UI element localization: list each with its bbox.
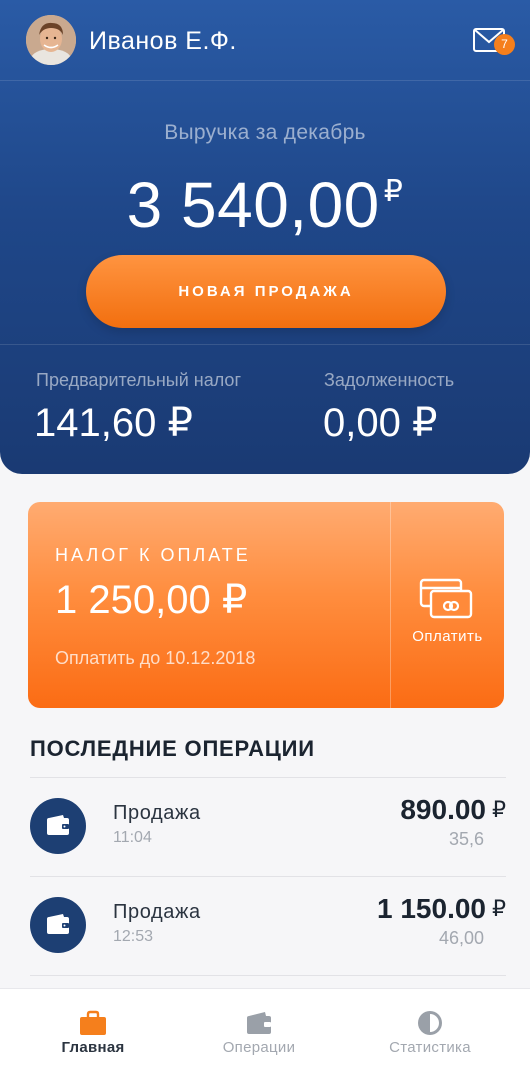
- pie-chart-icon: [416, 1009, 444, 1037]
- briefcase-icon: [79, 1009, 107, 1037]
- tax-card: НАЛОГ К ОПЛАТЕ 1 250,00 ₽ Оплатить до 10…: [28, 502, 504, 708]
- operation-tax: 35,6: [448, 829, 484, 849]
- operation-row[interactable]: Продажа 12:53 1 150.00 ₽ 46,00: [0, 877, 530, 975]
- tab-home[interactable]: Главная: [5, 989, 181, 1082]
- tab-label: Статистика: [389, 1039, 471, 1056]
- tab-operations[interactable]: Операции: [171, 989, 347, 1082]
- tax-amount: 1 250,00 ₽: [55, 578, 248, 622]
- debt-value: 0,00 ₽: [323, 401, 438, 445]
- operation-title: Продажа: [113, 802, 201, 824]
- mail-badge: 7: [494, 34, 515, 55]
- header-panel: Иванов Е.Ф. 7 Выручка за декабрь 3 540,0…: [0, 0, 530, 474]
- section-title: ПОСЛЕДНИЕ ОПЕРАЦИИ: [30, 736, 315, 761]
- tab-bar: Главная Операции Статистика: [0, 988, 530, 1082]
- tax-title: НАЛОГ К ОПЛАТЕ: [55, 545, 251, 565]
- user-name: Иванов Е.Ф.: [89, 27, 237, 55]
- tax-due-date: Оплатить до 10.12.2018: [55, 648, 256, 668]
- operation-amount: 1 150.00: [377, 893, 486, 924]
- revenue-amount: 3 540,00 ₽: [0, 168, 530, 242]
- revenue-currency: ₽: [383, 175, 404, 208]
- top-bar: Иванов Е.Ф. 7: [0, 0, 530, 81]
- divider: [30, 975, 506, 976]
- prelim-tax-label: Предварительный налог: [36, 370, 242, 390]
- tab-label: Операции: [222, 1039, 296, 1056]
- operation-currency: ₽: [492, 896, 506, 921]
- tab-statistics[interactable]: Статистика: [342, 989, 518, 1082]
- operation-tax: 46,00: [438, 928, 484, 948]
- operation-currency: ₽: [492, 797, 506, 822]
- operation-amount: 890.00: [400, 794, 486, 825]
- debt-label: Задолженность: [324, 370, 455, 390]
- credit-card-icon: [419, 578, 475, 622]
- new-sale-button[interactable]: НОВАЯ ПРОДАЖА: [86, 255, 446, 328]
- prelim-tax-value: 141,60 ₽: [34, 401, 193, 445]
- operation-time: 11:04: [113, 829, 152, 846]
- pay-label: Оплатить: [412, 628, 483, 645]
- avatar[interactable]: [26, 15, 76, 65]
- wallet-icon: [30, 798, 86, 854]
- operation-time: 12:53: [113, 928, 154, 945]
- wallet-icon: [245, 1009, 273, 1037]
- operation-title: Продажа: [113, 901, 201, 923]
- revenue-label: Выручка за декабрь: [164, 121, 366, 144]
- divider: [0, 344, 530, 345]
- pay-button[interactable]: Оплатить: [391, 502, 504, 708]
- tab-label: Главная: [61, 1039, 125, 1056]
- operation-row[interactable]: Продажа 11:04 890.00 ₽ 35,6: [0, 778, 530, 876]
- wallet-icon: [30, 897, 86, 953]
- revenue-value: 3 540,00: [126, 169, 380, 241]
